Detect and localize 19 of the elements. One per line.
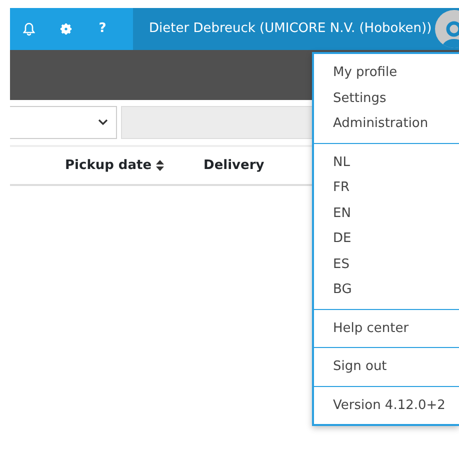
settings-icon[interactable] (60, 23, 72, 35)
chevron-icon (98, 119, 108, 126)
menu-item[interactable]: Sign out (314, 354, 459, 380)
menu-item[interactable]: EN (314, 200, 459, 226)
menu-item[interactable]: ES (314, 252, 459, 277)
menu-item[interactable]: BG (314, 277, 459, 302)
menu-item[interactable]: Version 4.12.0+2 (314, 392, 459, 418)
menu-item[interactable]: Settings (314, 86, 459, 111)
menu-item[interactable]: DE (314, 226, 459, 252)
menu-item[interactable]: My profile (314, 60, 459, 86)
menu-item[interactable]: NL (314, 150, 459, 175)
menu-item[interactable]: Help center (314, 316, 459, 341)
bell-icon[interactable] (22, 22, 34, 36)
column-header[interactable]: Pickup date (65, 156, 164, 176)
menu-item[interactable]: FR (314, 175, 459, 200)
menu-item[interactable]: Administration (314, 111, 459, 136)
column-header[interactable]: Delivery (204, 156, 264, 176)
sort-icon[interactable] (156, 160, 164, 171)
select-field[interactable] (10, 106, 117, 139)
